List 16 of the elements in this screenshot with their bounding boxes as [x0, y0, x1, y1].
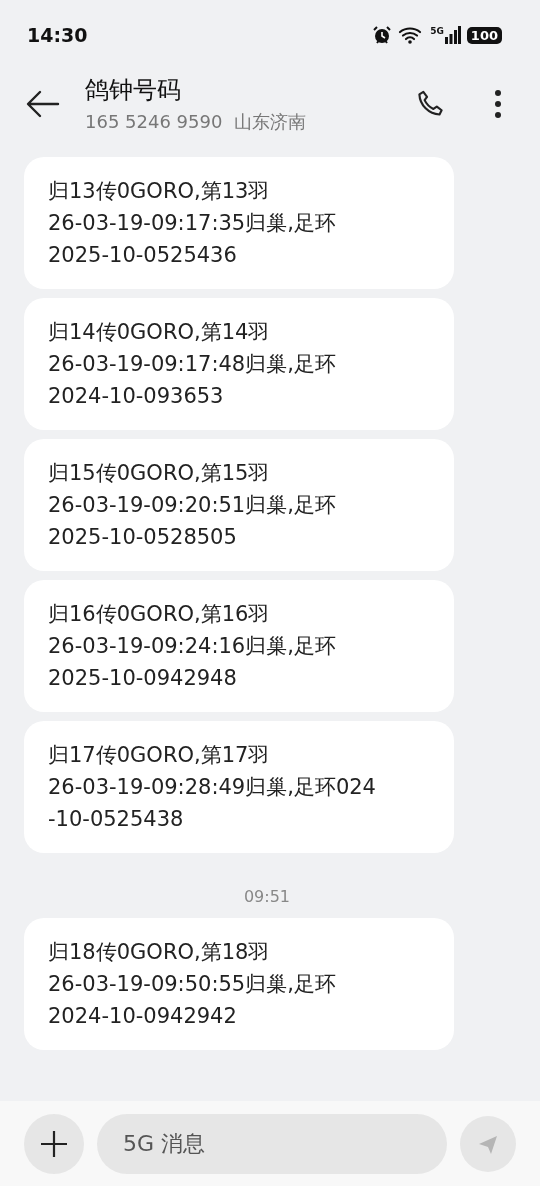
message-bubble[interactable]: 归18传0GORO,第18羽 26-03-19-09:50:55归巢,足环 2024-10-0942942	[24, 918, 454, 1050]
message-timestamp: 09:51	[243, 887, 291, 906]
contact-details: 165 5246 9590 山东济南	[85, 110, 307, 134]
plus-icon	[39, 1128, 69, 1159]
message-bubble[interactable]: 归14传0GORO,第14羽 26-03-19-09:17:48归巢,足环 2024-10-093653	[24, 298, 454, 430]
contact-name: 鸽钟号码	[85, 75, 182, 106]
message-bubble[interactable]: 归16传0GORO,第16羽 26-03-19-09:24:16归巢,足环 2025-10-0942948	[24, 580, 454, 712]
battery-indicator: 100	[466, 26, 502, 44]
message-input-field[interactable]: 5G 消息	[97, 1113, 447, 1174]
back-arrow-icon[interactable]	[26, 90, 60, 118]
message-bubble[interactable]: 归17传0GORO,第17羽 26-03-19-09:28:49归巢,足环024 -10-0525438	[24, 721, 454, 853]
more-options-icon[interactable]	[494, 89, 502, 119]
status-time: 14:30	[27, 24, 88, 46]
message-bubble[interactable]: 归13传0GORO,第13羽 26-03-19-09:17:35归巢,足环 2025-10-0525436	[24, 157, 454, 289]
alarm-icon	[372, 25, 393, 45]
message-bubble[interactable]: 归15传0GORO,第15羽 26-03-19-09:20:51归巢,足环 2025-10-0528505	[24, 439, 454, 571]
